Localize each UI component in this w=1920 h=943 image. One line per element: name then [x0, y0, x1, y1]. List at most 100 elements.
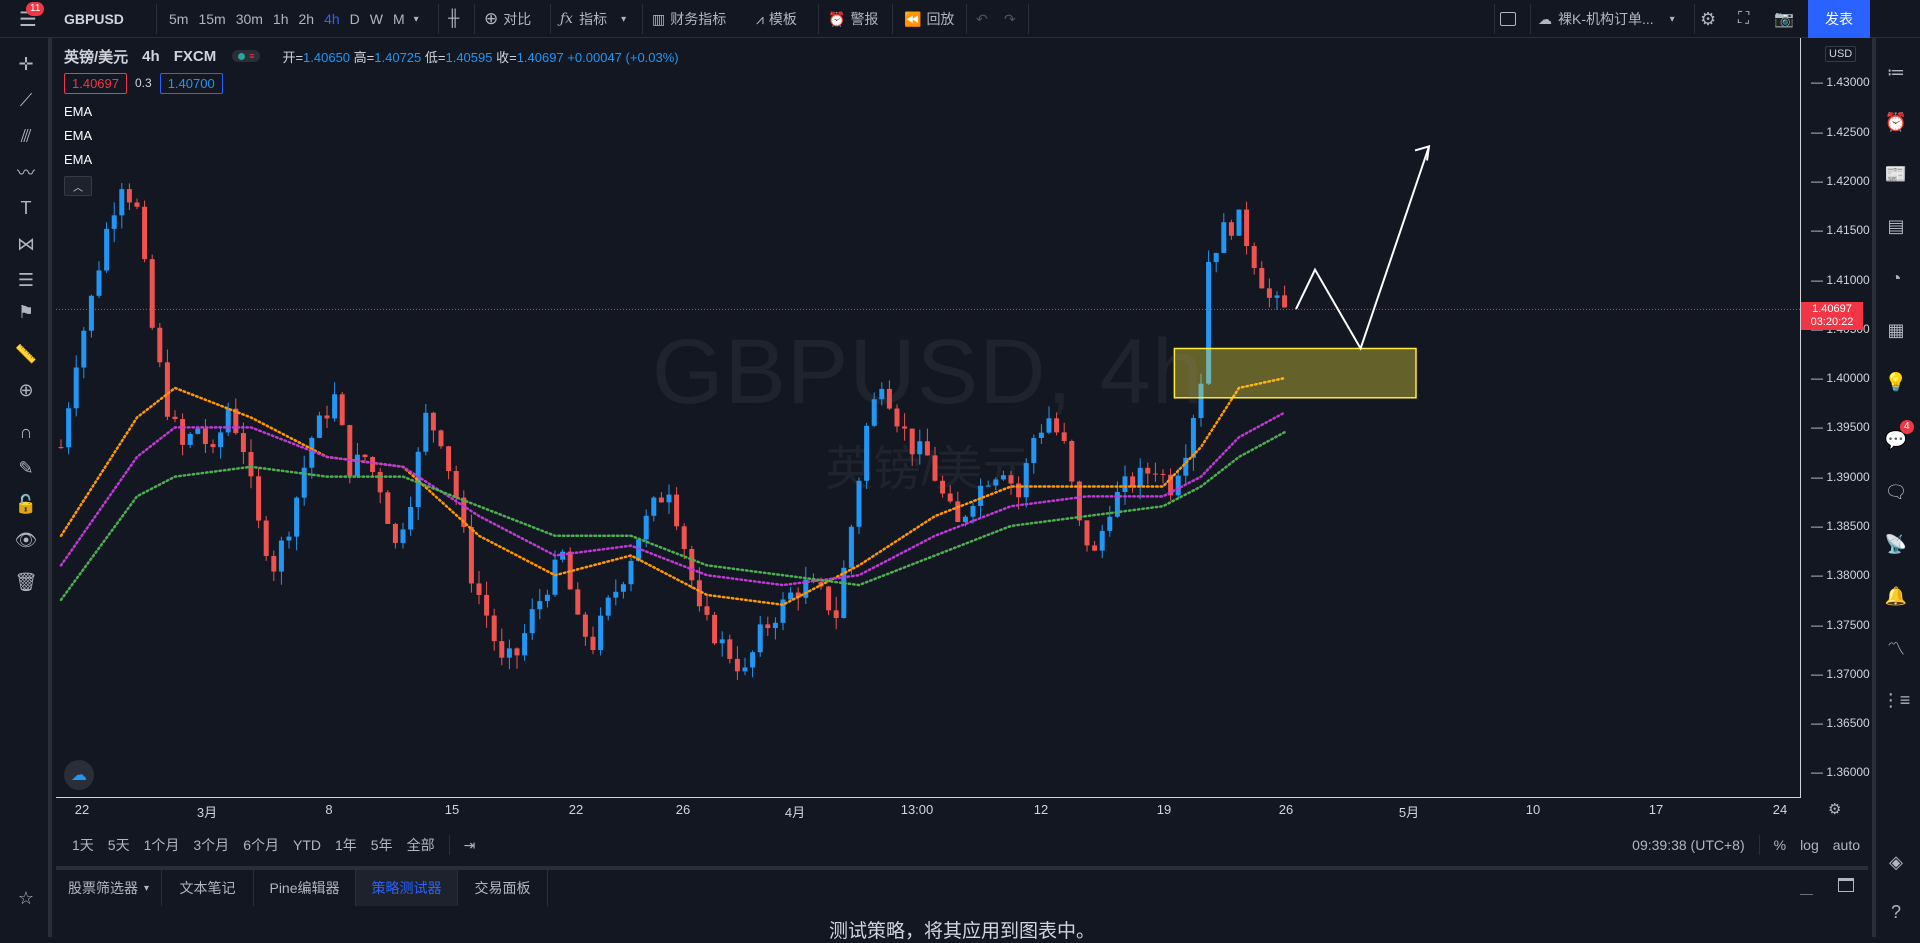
interval-w[interactable]: W	[365, 11, 388, 27]
percent-toggle[interactable]: %	[1774, 837, 1786, 853]
sell-button[interactable]: 1.40697	[64, 72, 127, 94]
interval-4h[interactable]: 4h	[319, 11, 345, 27]
time-axis[interactable]: 22 3月 8 15 22 26 4月 13:00 12 19 26 5月 10 17 24	[56, 797, 1800, 823]
range-1m[interactable]: 1个月	[144, 835, 180, 855]
range-6m[interactable]: 6个月	[243, 835, 279, 855]
tab-strategy-tester[interactable]: 策略测试器	[356, 870, 458, 906]
indicator-ema-3[interactable]: EMA	[64, 152, 679, 176]
settings-button[interactable]: ⚙	[1700, 0, 1716, 38]
watchlist-button[interactable]: ≔	[1880, 56, 1912, 88]
range-ytd[interactable]: YTD	[293, 837, 321, 853]
interval-15m[interactable]: 15m	[193, 11, 230, 27]
undo-button[interactable]: ↶	[976, 0, 988, 38]
magnet-icon[interactable]: ∩	[12, 418, 40, 446]
calendar-button[interactable]: ▦	[1880, 314, 1912, 346]
candle-body	[970, 505, 976, 517]
clock-display[interactable]: 09:39:38 (UTC+8)	[1632, 837, 1744, 853]
currency-label[interactable]: USD	[1825, 46, 1857, 62]
market-status-badge[interactable]: ≡	[232, 50, 261, 62]
layout-select-button[interactable]	[1500, 0, 1516, 38]
auto-toggle[interactable]: auto	[1833, 837, 1860, 853]
candle-body	[468, 526, 474, 584]
financials-button[interactable]: ▥ 财务指标	[652, 0, 726, 38]
chevron-down-icon[interactable]: ▾	[410, 14, 423, 25]
maximize-panel-button[interactable]	[1838, 878, 1854, 892]
chart-analysis-button[interactable]: 〽	[1880, 632, 1912, 664]
tab-pine-editor[interactable]: Pine编辑器	[254, 870, 356, 906]
crosshair-icon[interactable]: ✛	[12, 50, 40, 78]
star-icon[interactable]: ☆	[12, 884, 40, 912]
compare-button[interactable]: ⊕ 对比	[484, 0, 531, 38]
indicator-ema-1[interactable]: EMA	[64, 104, 679, 128]
snapshot-button[interactable]: 📷	[1774, 0, 1794, 38]
log-toggle[interactable]: log	[1800, 837, 1819, 853]
layout-name-button[interactable]: ☁ 裸K-机构订单... ▾	[1538, 0, 1675, 38]
tab-text-notes[interactable]: 文本笔记	[162, 870, 254, 906]
range-all[interactable]: 全部	[407, 835, 435, 855]
range-5y[interactable]: 5年	[371, 835, 393, 855]
interval-m[interactable]: M	[388, 11, 410, 27]
collapse-legend-button[interactable]: ︿	[64, 176, 92, 196]
zoom-in-icon[interactable]: ⊕	[12, 376, 40, 404]
price-axis[interactable]: USD — 1.43000 — 1.42500 — 1.42000 — 1.41500…	[1800, 38, 1870, 798]
chart-type-button[interactable]: ╫	[448, 0, 459, 38]
indicators-button[interactable]: ƒx 指标 ▾	[560, 0, 626, 38]
pitchfork-icon[interactable]: ⫻	[12, 122, 40, 150]
alerts-panel-button[interactable]: ⏰	[1880, 106, 1912, 138]
stay-in-drawing-mode-icon[interactable]: ✎	[12, 454, 40, 482]
buy-button[interactable]: 1.40700	[159, 72, 223, 94]
alerts-bell-button[interactable]: 🔔	[1880, 580, 1912, 612]
tab-stock-screener[interactable]: 股票筛选器 ▾	[56, 870, 162, 906]
template-icon: ⩘	[756, 10, 764, 27]
range-1y[interactable]: 1年	[335, 835, 357, 855]
shapes-icon[interactable]: ⚑	[12, 298, 40, 326]
candle-body	[643, 515, 649, 540]
layers-button[interactable]: ◈	[1880, 846, 1912, 878]
redo-icon: ↷	[1004, 10, 1016, 27]
interval-1h[interactable]: 1h	[268, 11, 294, 27]
xabcd-pattern-icon[interactable]: ⋈	[12, 230, 40, 258]
interval-2h[interactable]: 2h	[294, 11, 320, 27]
fullscreen-button[interactable]: ⛶	[1738, 0, 1749, 38]
alert-button[interactable]: ⏰ 警报	[828, 0, 878, 38]
candle-body	[1213, 252, 1219, 263]
pattern-icon[interactable]: 〰	[12, 158, 40, 186]
templates-button[interactable]: ⩘ 模板	[756, 0, 797, 38]
eye-icon[interactable]: 👁	[12, 526, 40, 554]
symbol-search[interactable]: GBPUSD	[64, 0, 124, 38]
candle-body	[339, 394, 345, 426]
indicator-ema-2[interactable]: EMA	[64, 128, 679, 152]
legend-symbol-name[interactable]: 英镑/美元	[64, 46, 128, 67]
replay-button[interactable]: ⏪ 回放	[904, 0, 954, 38]
hotlists-button[interactable]: ◔	[1880, 262, 1912, 294]
tradingview-logo[interactable]: ☁	[64, 760, 94, 790]
range-1d[interactable]: 1天	[72, 835, 94, 855]
interval-30m[interactable]: 30m	[231, 11, 268, 27]
goto-date-icon[interactable]: ⇥	[464, 837, 476, 854]
text-tool-icon[interactable]: T	[12, 194, 40, 222]
candle-body	[392, 523, 398, 543]
notifications-button[interactable]: 🗨	[1880, 476, 1912, 508]
ruler-icon[interactable]: 📏	[12, 340, 40, 368]
axis-settings-button[interactable]: ⚙	[1828, 800, 1841, 818]
camera-icon: 📷	[1774, 11, 1794, 28]
lock-icon[interactable]: 🔓	[12, 490, 40, 518]
interval-5m[interactable]: 5m	[164, 11, 193, 27]
redo-button[interactable]: ↷	[1004, 0, 1016, 38]
news-button[interactable]: 📰	[1880, 158, 1912, 190]
order-panel-button[interactable]: ⋮≡	[1880, 684, 1912, 716]
publish-button[interactable]: 发表	[1808, 0, 1870, 38]
position-tool-icon[interactable]: ☰	[12, 266, 40, 294]
bottom-panel: 股票筛选器 ▾ 文本笔记 Pine编辑器 策略测试器 交易面板 ＿ 测试策略，将其…	[56, 866, 1868, 942]
tab-trading-panel[interactable]: 交易面板	[458, 870, 548, 906]
interval-d[interactable]: D	[345, 11, 365, 27]
range-5d[interactable]: 5天	[108, 835, 130, 855]
trash-icon[interactable]: 🗑	[12, 568, 40, 596]
ideas-button[interactable]: 💡	[1880, 366, 1912, 398]
trend-line-icon[interactable]: ⟋	[12, 86, 40, 114]
streams-button[interactable]: 📡	[1880, 528, 1912, 560]
minimize-panel-button[interactable]: ＿	[1800, 878, 1813, 897]
data-window-button[interactable]: ▤	[1880, 210, 1912, 242]
range-3m[interactable]: 3个月	[193, 835, 229, 855]
help-button[interactable]: ?	[1880, 896, 1912, 928]
